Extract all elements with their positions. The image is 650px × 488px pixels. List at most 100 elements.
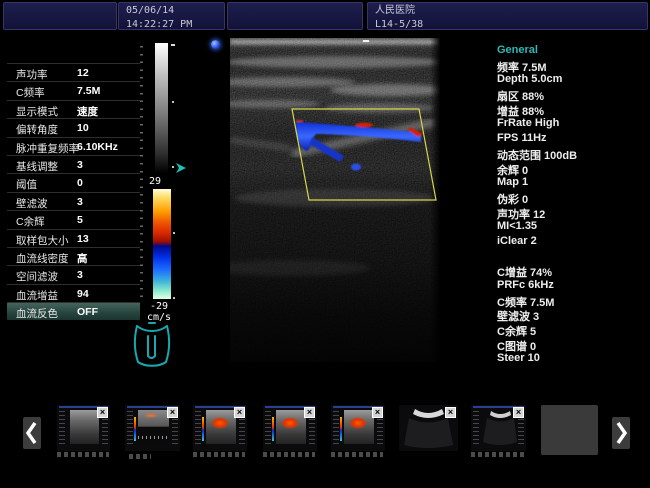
scale-dot [173,297,175,299]
param-row-packet-size[interactable]: 取样包大小 13 [7,229,140,247]
param-row-prf[interactable]: 脉冲重复频率6.10KHz [7,137,140,155]
hospital-name: 人民医院 [368,3,647,17]
thumb-annotation-marks [263,452,315,457]
param-label: 血流增益 [16,288,58,303]
info-line: MI<1.35 [497,220,647,235]
param-label: 阈值 [16,177,37,192]
close-icon[interactable]: × [372,407,383,418]
param-label: 基线调整 [16,159,58,174]
thumbnail-1[interactable]: × [57,405,110,451]
param-row-c-persistence[interactable]: C余辉5 [7,210,140,228]
thumb-colorbar [340,417,342,441]
thumb-annotation-marks [57,452,109,457]
param-row-steer-angle[interactable]: 偏转角度10 [7,118,140,136]
param-row-c-frequency[interactable]: C频率7.5M [7,81,140,99]
param-value: 速度 [77,104,98,119]
param-row-acoustic-power[interactable]: 声功率12 [7,63,140,81]
thumbnail-4[interactable]: × [263,405,317,451]
thumbnail-5[interactable]: × [331,405,385,451]
topbar-datetime-box: 05/06/14 14:22:27 PM [118,2,225,30]
thumb-left-text [59,411,65,447]
info-line: 动态范围 100dB [497,147,647,162]
thumb-annotation-marks [331,452,383,457]
info-line: C增益 74% [497,264,647,279]
param-row-flow-invert-selected[interactable]: 血流反色 OFF [7,302,140,320]
param-value: 6.10KHz [77,141,118,153]
chevron-right-icon [613,420,629,446]
param-row-spatial-filter[interactable]: 空间滤波 3 [7,265,140,283]
param-value: 5 [77,214,83,226]
info-line: Depth 5.0cm [497,73,647,88]
param-row-color-gain[interactable]: 血流增益94 [7,284,140,302]
param-label: 血流线密度 [16,251,69,266]
body-marker-icon[interactable] [129,320,175,381]
param-value: 13 [77,233,89,245]
focus-indicator-icon [211,40,220,49]
info-line: FrRate High [497,117,647,132]
thumb-colorbar [272,417,274,441]
thumb-colorbar [202,417,204,441]
close-icon[interactable]: × [445,407,456,418]
info-line: 扇区 88% [497,88,647,103]
param-value: 10 [77,122,89,134]
param-row-wall-filter[interactable]: 壁滤波3 [7,192,140,210]
thumb-left-text [473,411,479,447]
thumbnail-2[interactable]: × [125,405,180,451]
thumbnail-7[interactable]: × [471,405,526,451]
info-line: C图谱 0 [497,338,647,353]
gain-marker-icon[interactable] [175,161,187,179]
topbar-logo-box [3,2,117,30]
info-line: 壁滤波 3 [497,308,647,323]
thumb-annotation-marks [471,452,525,457]
thumb-annotation-marks [129,454,151,459]
probe-model: L14-5/38 [368,17,647,31]
param-value: OFF [77,306,98,318]
depth-ruler [140,46,143,298]
thumb-left-text [195,411,201,447]
close-icon[interactable]: × [513,407,524,418]
info-line: PRFc 6kHz [497,279,647,294]
chevron-left-icon [24,420,40,446]
ultrasound-image[interactable] [230,38,440,362]
scale-dot [172,166,174,168]
param-row-line-density[interactable]: 血流线密度高 [7,247,140,265]
thumb-image [344,410,374,444]
thumbnail-6[interactable]: × [399,405,458,451]
info-line: FPS 11Hz [497,132,647,147]
velocity-min-label: -29 [150,301,168,312]
param-row-threshold[interactable]: 阈值0 [7,173,140,191]
info-line-spacer [497,250,647,265]
thumb-annotation-marks [193,452,245,457]
ultrasound-screen: 05/06/14 14:22:27 PM 人民医院 L14-5/38 声功率12… [0,0,650,488]
info-line: iClear 2 [497,235,647,250]
param-label: 取样包大小 [16,233,69,248]
close-icon[interactable]: × [167,407,178,418]
close-icon[interactable]: × [234,407,245,418]
param-value: 3 [77,159,83,171]
param-value: 3 [77,269,83,281]
param-value: 7.5M [77,85,100,97]
param-label: 空间滤波 [16,269,58,284]
thumb-spectral-trace [138,436,169,439]
param-label: 血流反色 [16,306,58,321]
info-line: 频率 7.5M [497,59,647,74]
param-row-display-mode[interactable]: 显示模式速度 [7,100,140,118]
grayscale-top-marker [171,44,175,46]
info-line: Map 1 [497,176,647,191]
info-line: C频率 7.5M [497,294,647,309]
thumb-image [70,410,99,444]
scale-dot [172,101,174,103]
thumb-left-text [127,411,133,447]
next-thumbnails-button[interactable] [612,417,630,449]
imaging-info-panel: General 频率 7.5M Depth 5.0cm 扇区 88% 增益 88… [497,44,647,367]
thumbnail-8-empty[interactable] [541,405,598,455]
scale-dot [173,232,175,234]
topbar-patient-box [227,2,363,30]
grayscale-bar [155,43,168,173]
param-row-baseline[interactable]: 基线调整 3 [7,155,140,173]
prev-thumbnails-button[interactable] [23,417,41,449]
time-text: 14:22:27 PM [119,17,224,31]
close-icon[interactable]: × [304,407,315,418]
thumbnail-3[interactable]: × [193,405,247,451]
close-icon[interactable]: × [97,407,108,418]
